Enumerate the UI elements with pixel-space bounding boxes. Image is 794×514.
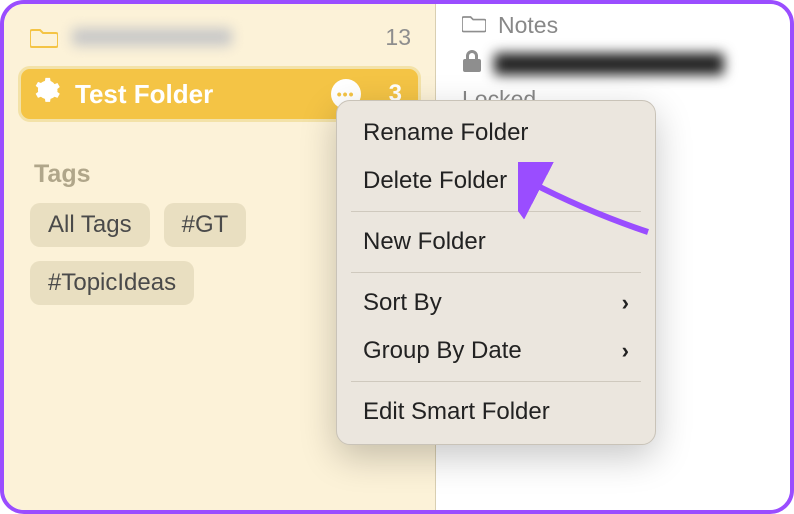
chevron-right-icon: ›: [622, 290, 629, 316]
gear-icon: [33, 77, 61, 112]
sidebar-folder-label-redacted: [72, 28, 232, 46]
note-title-redacted: [494, 53, 724, 75]
folder-icon: [462, 12, 486, 39]
context-menu: Rename Folder Delete Folder New Folder S…: [336, 100, 656, 445]
lock-icon: [462, 49, 482, 78]
menu-sort-by[interactable]: Sort By ›: [337, 279, 655, 327]
folder-icon: [30, 26, 58, 48]
tag-topicideas[interactable]: #TopicIdeas: [30, 261, 194, 305]
tag-all[interactable]: All Tags: [30, 203, 150, 247]
menu-new-folder[interactable]: New Folder: [337, 218, 655, 266]
menu-group-by-date[interactable]: Group By Date ›: [337, 327, 655, 375]
app-window: 13 Test Folder ••• 3 Tags All Tags #GT #…: [0, 0, 794, 514]
menu-separator: [351, 211, 641, 212]
note-folder-label: Notes: [498, 12, 558, 39]
menu-delete-folder[interactable]: Delete Folder: [337, 157, 655, 205]
chevron-right-icon: ›: [622, 338, 629, 364]
menu-edit-smart-folder[interactable]: Edit Smart Folder: [337, 388, 655, 436]
menu-separator: [351, 381, 641, 382]
sidebar-folder-label: Test Folder: [75, 79, 213, 110]
menu-rename-folder[interactable]: Rename Folder: [337, 109, 655, 157]
note-item[interactable]: Notes Locked: [462, 12, 790, 113]
tag-gt[interactable]: #GT: [164, 203, 247, 247]
sidebar-folder-count: 13: [385, 24, 415, 51]
sidebar-folder-item[interactable]: 13: [30, 14, 415, 60]
menu-separator: [351, 272, 641, 273]
